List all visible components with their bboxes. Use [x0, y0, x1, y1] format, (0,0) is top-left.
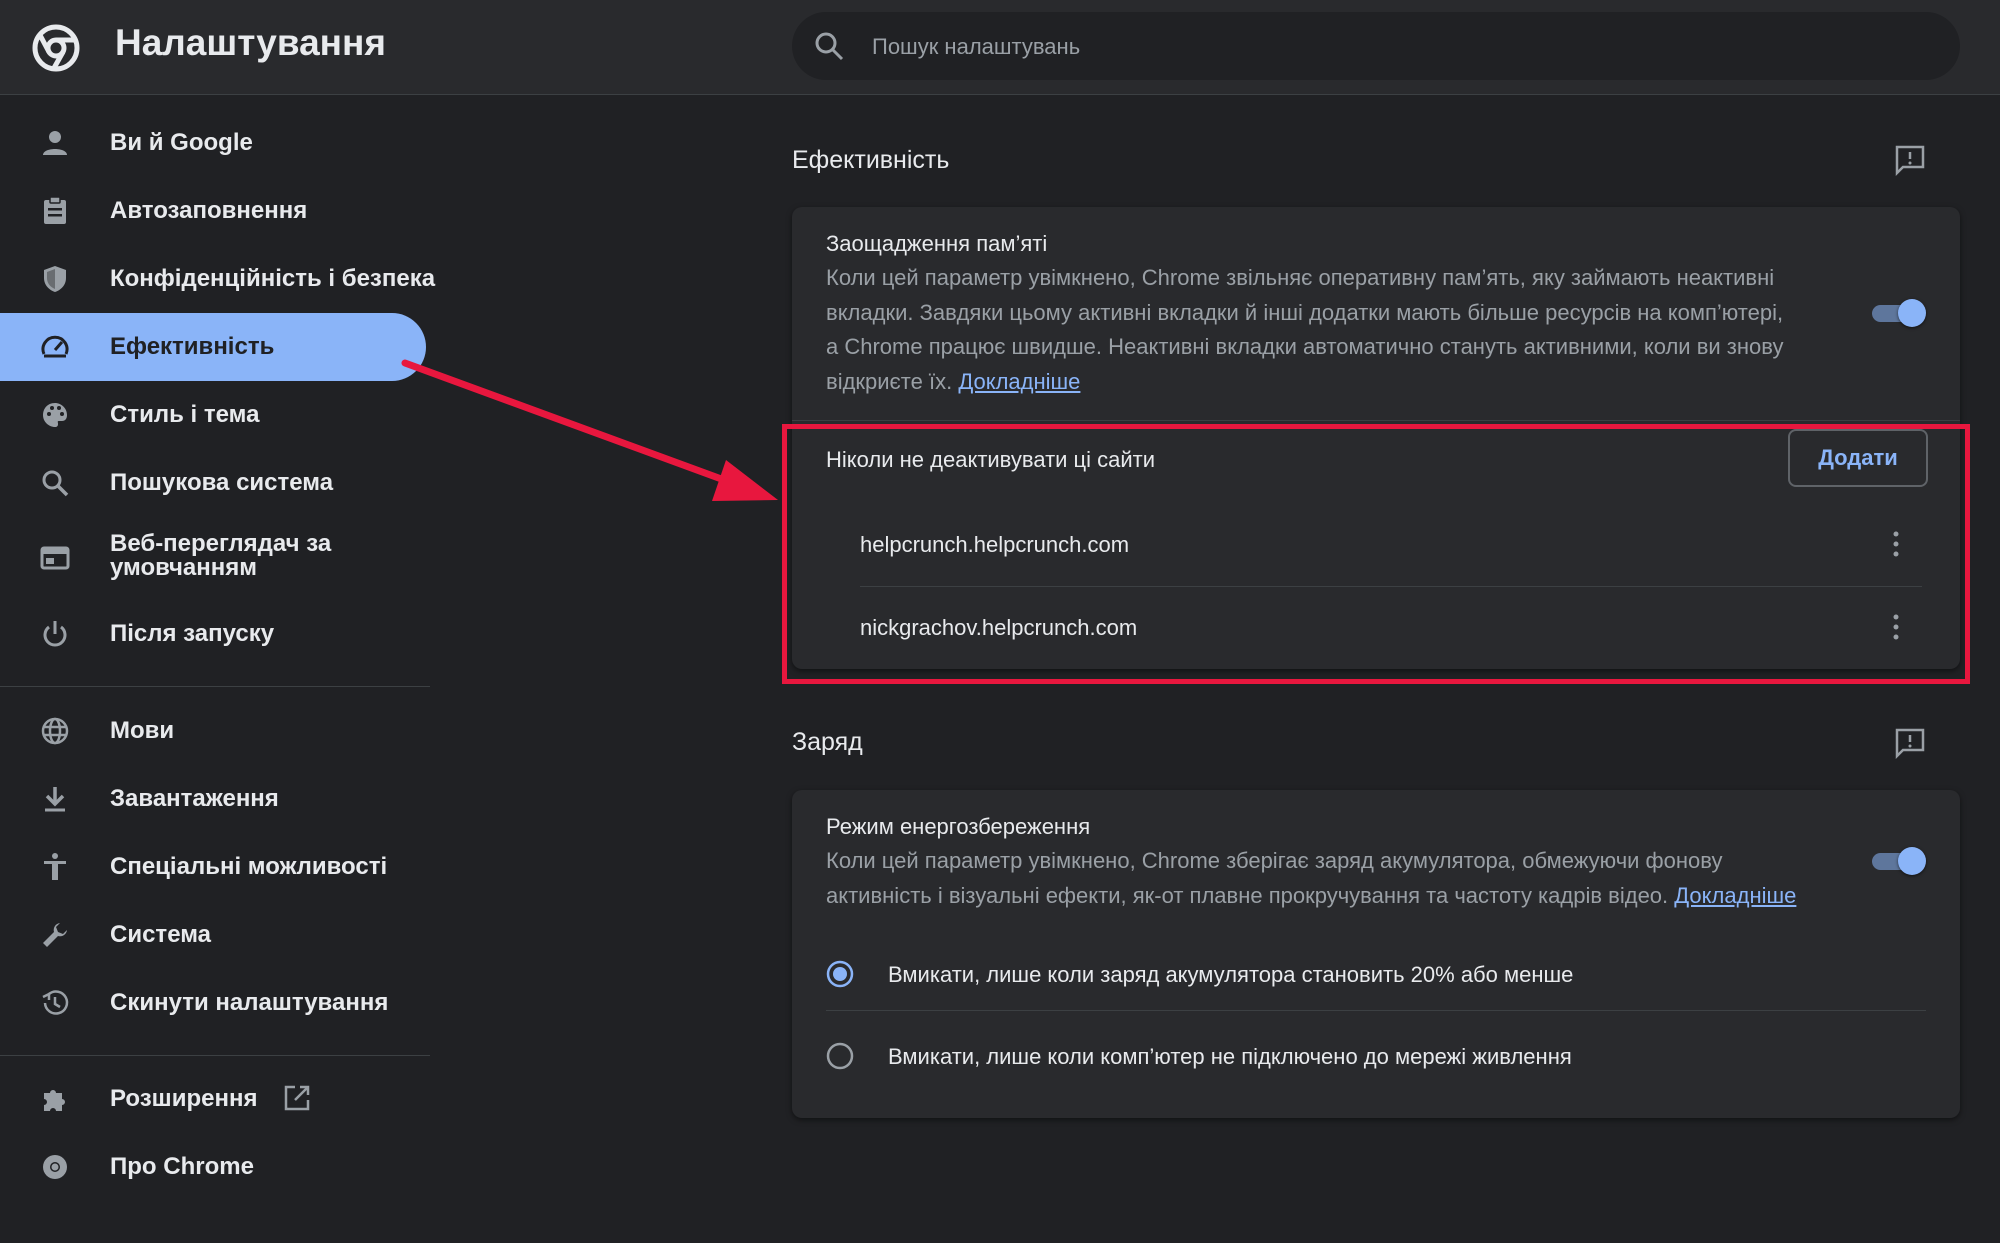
add-site-button[interactable]: Додати — [1788, 429, 1928, 487]
radio-unplugged[interactable] — [826, 1042, 854, 1070]
description-line: відкриєте їх. Докладніше — [826, 365, 1876, 400]
description-text: активність і візуальні ефекти, як-от пла… — [826, 882, 1669, 908]
sidebar-item-label: Пошукова система — [110, 469, 334, 496]
accessibility-icon — [44, 853, 66, 880]
power-icon — [43, 621, 67, 647]
battery-card: Режим енергозбереження Коли цей параметр… — [792, 790, 1960, 1118]
sidebar-item-about-chrome[interactable]: Про Chrome — [0, 1133, 426, 1201]
search-input[interactable] — [870, 12, 1934, 82]
performance-card: Заощадження пам’яті Коли цей параметр ув… — [792, 207, 1960, 669]
shield-icon — [44, 266, 66, 292]
more-options-icon[interactable] — [1884, 529, 1908, 559]
description-line: Коли цей параметр увімкнено, Chrome збер… — [826, 848, 1723, 873]
radio-label: Вмикати, лише коли комп’ютер не підключе… — [888, 1044, 1572, 1069]
feedback-icon[interactable] — [1894, 727, 1926, 759]
page-title: Налаштування — [115, 22, 386, 63]
site-list-item: helpcrunch.helpcrunch.com — [860, 532, 1130, 557]
energy-saver-description: Коли цей параметр увімкнено, Chrome збер… — [826, 844, 1876, 913]
description-text: відкриєте їх. — [826, 368, 953, 394]
sidebar-item-label: Скинути налаштування — [110, 989, 389, 1016]
wrench-icon — [43, 923, 67, 947]
clipboard-icon — [44, 196, 66, 224]
sidebar-item-languages[interactable]: Мови — [0, 697, 426, 765]
description-line: Коли цей параметр увімкнено, Chrome звіл… — [826, 265, 1775, 290]
site-list-item: nickgrachov.helpcrunch.com — [860, 615, 1138, 640]
list-divider — [860, 586, 1922, 587]
sidebar-item-accessibility[interactable]: Спеціальні можливості — [0, 833, 426, 901]
browser-window-icon — [40, 546, 70, 570]
sidebar-item-label: Конфіденційність і безпека — [110, 265, 436, 292]
toggle-thumb — [1898, 299, 1926, 327]
sidebar-divider — [0, 686, 430, 687]
description-line: а Chrome працює швидше. Неактивні вкладк… — [826, 334, 1784, 359]
search-box[interactable] — [792, 12, 1960, 82]
sidebar-item-label: Завантаження — [110, 785, 279, 812]
sidebar-item-label: Система — [110, 921, 212, 948]
toggle-thumb — [1898, 847, 1926, 875]
description-line: активність і візуальні ефекти, як-от пла… — [826, 879, 1876, 914]
energy-saver-toggle[interactable] — [1872, 847, 1926, 875]
sidebar-item-system[interactable]: Система — [0, 901, 426, 969]
sidebar-item-label: Мови — [110, 717, 175, 744]
search-icon — [42, 470, 69, 497]
sidebar-item-default-browser[interactable]: Веб-переглядач за умовчанням — [0, 524, 426, 592]
sidebar-item-on-startup[interactable]: Після запуску — [0, 600, 426, 668]
sidebar-item-label: Про Chrome — [110, 1153, 254, 1180]
energy-saver-title: Режим енергозбереження — [826, 814, 1091, 839]
settings-header: Налаштування — [0, 0, 2000, 95]
sidebar-item-extensions[interactable]: Розширення — [0, 1065, 426, 1133]
sidebar-item-label: Стиль і тема — [110, 401, 260, 428]
sidebar-item-downloads[interactable]: Завантаження — [0, 765, 426, 833]
performance-section-title: Ефективність — [792, 146, 950, 174]
sidebar-item-appearance[interactable]: Стиль і тема — [0, 381, 426, 449]
list-divider — [826, 1010, 1926, 1011]
sidebar-item-privacy[interactable]: Конфіденційність і безпека — [0, 245, 435, 313]
sidebar-item-you-and-google[interactable]: Ви й Google — [0, 109, 426, 177]
never-sleep-title: Ніколи не деактивувати ці сайти — [826, 447, 1156, 472]
sidebar-item-label: Розширення — [110, 1085, 258, 1112]
battery-section-title: Заряд — [792, 728, 863, 756]
sidebar-item-reset[interactable]: Скинути налаштування — [0, 969, 426, 1037]
sidebar-item-label: Спеціальні можливості — [110, 853, 388, 880]
learn-more-link[interactable]: Докладніше — [958, 369, 1080, 394]
more-options-icon[interactable] — [1884, 612, 1908, 642]
memory-saver-description: Коли цей параметр увімкнено, Chrome звіл… — [826, 261, 1876, 399]
sidebar-item-label: Веб-переглядач за умовчанням — [110, 530, 332, 581]
card-divider — [792, 420, 1960, 421]
sidebar-item-performance[interactable]: Ефективність — [0, 313, 426, 381]
chrome-logo-icon — [32, 24, 80, 72]
sidebar-divider — [0, 1055, 430, 1056]
search-icon — [815, 32, 844, 61]
palette-icon — [43, 403, 67, 427]
sidebar-item-label: Ви й Google — [110, 129, 253, 156]
speedometer-icon — [41, 335, 69, 358]
radio-label: Вмикати, лише коли заряд акумулятора ста… — [888, 962, 1574, 987]
puzzle-icon — [44, 1090, 65, 1111]
sidebar-item-label: Ефективність — [110, 333, 275, 360]
sidebar-item-label: Після запуску — [110, 620, 275, 647]
memory-saver-title: Заощадження пам’яті — [826, 231, 1048, 256]
feedback-icon[interactable] — [1894, 144, 1926, 176]
sidebar-nav: Ви й Google Автозаповнення Конфіденційні… — [0, 95, 435, 1243]
radio-battery-20-selected[interactable] — [826, 960, 854, 988]
description-line: вкладки. Завдяки цьому активні вкладки й… — [826, 299, 1784, 325]
sidebar-item-autofill[interactable]: Автозаповнення — [0, 177, 426, 245]
learn-more-link[interactable]: Докладніше — [1674, 883, 1796, 908]
person-icon — [43, 131, 67, 155]
sidebar-item-label: Автозаповнення — [110, 197, 308, 224]
chrome-logo-icon — [43, 1155, 67, 1179]
sidebar-item-search-engine[interactable]: Пошукова система — [0, 449, 426, 517]
memory-saver-toggle[interactable] — [1872, 299, 1926, 327]
download-icon — [45, 787, 65, 812]
history-icon — [42, 990, 69, 1015]
globe-icon — [41, 717, 69, 745]
external-link-icon — [284, 1085, 310, 1111]
